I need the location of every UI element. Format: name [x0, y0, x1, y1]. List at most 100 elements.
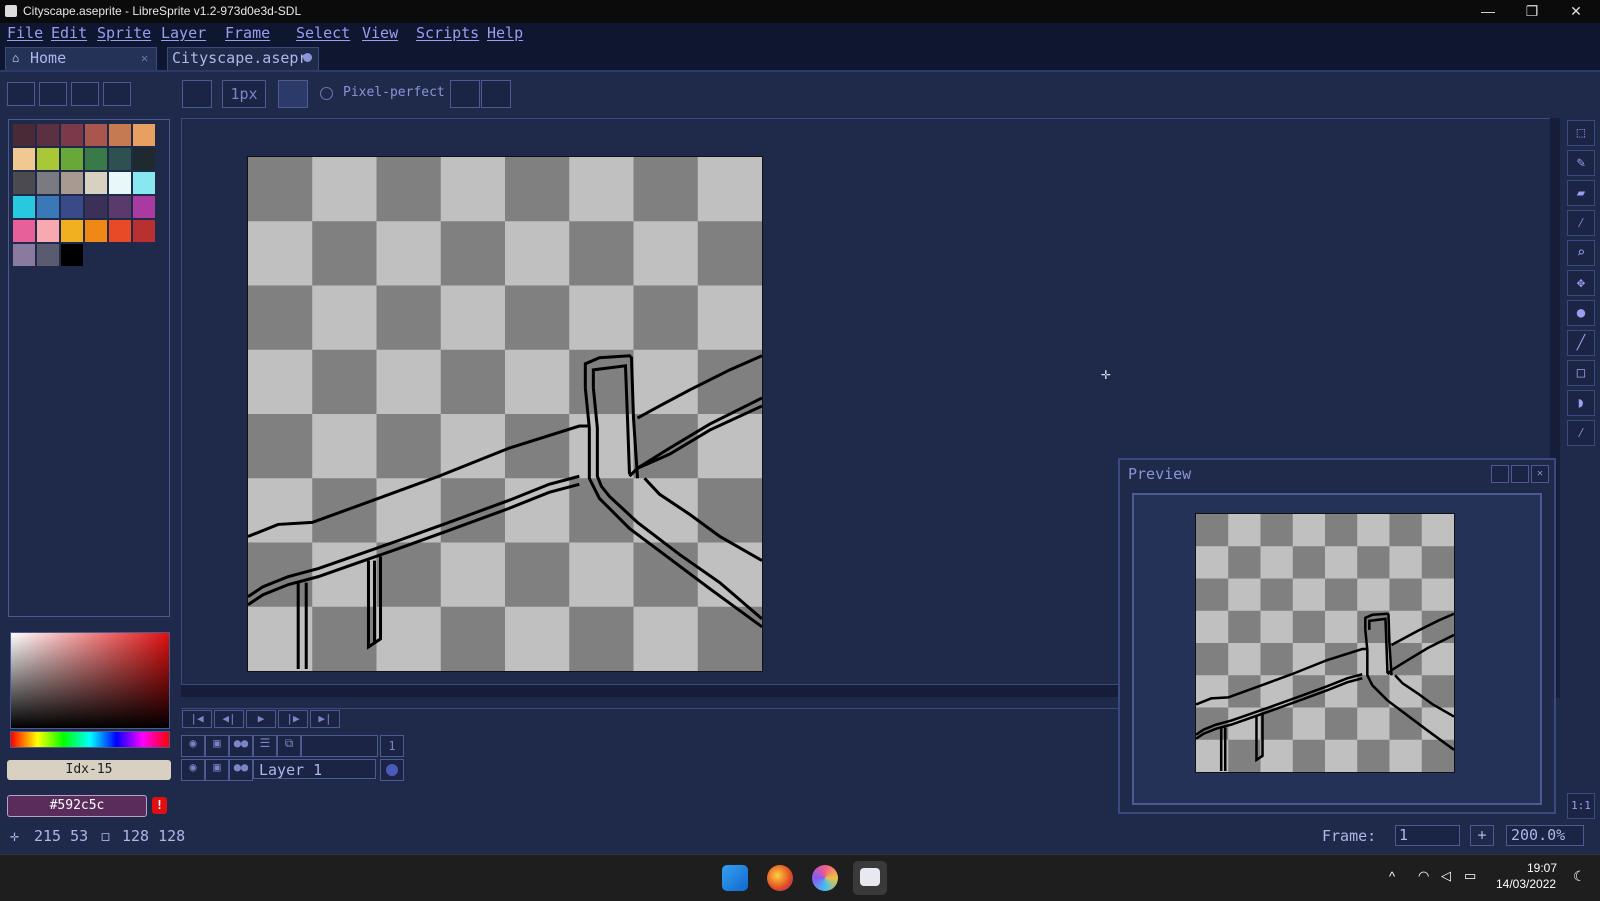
- palette-swatch[interactable]: [133, 196, 155, 218]
- battery-icon[interactable]: ▭: [1464, 868, 1476, 884]
- menu-select[interactable]: Select: [296, 24, 350, 42]
- clock-date[interactable]: 14/03/2022: [1496, 877, 1556, 891]
- speaker-icon[interactable]: ◁: [1441, 868, 1451, 884]
- notifications-icon[interactable]: ☾: [1573, 868, 1586, 885]
- move-icon[interactable]: ✥: [1567, 270, 1595, 296]
- libresprite-taskbar-button[interactable]: [853, 861, 887, 895]
- previous-frame-button[interactable]: ◀|: [214, 710, 244, 728]
- palette-swatch[interactable]: [109, 172, 131, 194]
- background-color-index[interactable]: Idx-15: [7, 760, 171, 780]
- symmetry-button[interactable]: [450, 80, 480, 108]
- hue-slider[interactable]: [10, 731, 170, 748]
- palette-swatch[interactable]: [13, 148, 35, 170]
- warning-icon[interactable]: !: [152, 797, 167, 814]
- menu-frame[interactable]: Frame: [225, 24, 270, 42]
- wifi-icon[interactable]: ◠: [1418, 868, 1429, 884]
- blur-icon[interactable]: ◗: [1567, 390, 1595, 416]
- menu-sprite[interactable]: Sprite: [97, 24, 151, 42]
- palette-swatch[interactable]: [61, 244, 83, 266]
- palette-swatch[interactable]: [85, 196, 107, 218]
- preview-play-icon[interactable]: [1491, 465, 1509, 483]
- rectangle-icon[interactable]: □: [1567, 360, 1595, 386]
- last-frame-button[interactable]: ▶|: [310, 710, 340, 728]
- tab-cityscape[interactable]: Cityscape.asepr: [167, 47, 319, 70]
- zoom-field[interactable]: 200.0%: [1506, 825, 1584, 846]
- palette-swatch[interactable]: [13, 124, 35, 146]
- palette-swatch[interactable]: [37, 220, 59, 242]
- palette-swatch[interactable]: [133, 172, 155, 194]
- layer-cel-keyframe[interactable]: [380, 759, 404, 781]
- tab-close-icon[interactable]: ✕: [141, 51, 148, 65]
- palette-swatch[interactable]: [61, 196, 83, 218]
- timeline-lock-header-icon[interactable]: ▣: [205, 735, 229, 757]
- menu-layer[interactable]: Layer: [161, 24, 206, 42]
- zoom-icon[interactable]: ⌕: [1567, 240, 1595, 266]
- brush-size-field[interactable]: 1px: [222, 80, 266, 108]
- palette-swatch[interactable]: [85, 172, 107, 194]
- pixel-perfect-checkbox[interactable]: [320, 87, 333, 100]
- ink-type-button[interactable]: [278, 80, 308, 108]
- palette-swatch[interactable]: [85, 124, 107, 146]
- brush-type-button[interactable]: [182, 80, 212, 108]
- menu-edit[interactable]: Edit: [51, 24, 87, 42]
- palette-swatch[interactable]: [37, 148, 59, 170]
- timeline-onion-icon[interactable]: ⧉: [277, 735, 301, 757]
- close-button[interactable]: ✕: [1554, 0, 1598, 23]
- timeline-visibility-header-icon[interactable]: ◉: [181, 735, 205, 757]
- first-frame-button[interactable]: |◀: [182, 710, 212, 728]
- symmetry-options-button[interactable]: [481, 80, 511, 108]
- palette-swatch[interactable]: [61, 148, 83, 170]
- palette-swatch[interactable]: [37, 172, 59, 194]
- one-to-one-button[interactable]: 1:1: [1567, 793, 1595, 819]
- palette-swatch[interactable]: [133, 124, 155, 146]
- menu-file[interactable]: File: [7, 24, 43, 42]
- pencil-icon[interactable]: ✎: [1567, 150, 1595, 176]
- tab-home[interactable]: ⌂ Home ✕: [5, 47, 157, 70]
- tool-mode-1-button[interactable]: [7, 82, 35, 106]
- menu-scripts[interactable]: Scripts: [416, 24, 479, 42]
- palette-swatch[interactable]: [61, 172, 83, 194]
- clock-time[interactable]: 19:07: [1527, 861, 1557, 875]
- color-app-icon[interactable]: [812, 865, 838, 891]
- preview-close-icon[interactable]: ✕: [1531, 465, 1549, 483]
- palette-swatch[interactable]: [13, 244, 35, 266]
- rectangular-marquee-icon[interactable]: ⬚: [1567, 120, 1595, 146]
- line-icon[interactable]: ╱: [1567, 330, 1595, 356]
- tool-mode-3-button[interactable]: [71, 82, 99, 106]
- saturation-value-picker[interactable]: [10, 632, 170, 729]
- palette-swatch[interactable]: [37, 124, 59, 146]
- eyedropper-icon[interactable]: ⁄: [1567, 210, 1595, 236]
- layer-lock-icon[interactable]: ▣: [205, 759, 229, 781]
- palette-swatch[interactable]: [109, 124, 131, 146]
- palette-swatch[interactable]: [85, 220, 107, 242]
- tool-mode-2-button[interactable]: [39, 82, 67, 106]
- menu-view[interactable]: View: [362, 24, 398, 42]
- eraser-icon[interactable]: ▰: [1567, 180, 1595, 206]
- firefox-icon[interactable]: [767, 865, 793, 891]
- palette-swatch[interactable]: [37, 244, 59, 266]
- menu-help[interactable]: Help: [487, 24, 523, 42]
- timeline-continuous-header-icon[interactable]: ●●: [229, 735, 253, 757]
- minimize-button[interactable]: —: [1466, 0, 1510, 23]
- windows-start-icon[interactable]: [722, 865, 748, 891]
- spray-icon[interactable]: ⁄: [1567, 420, 1595, 446]
- paint-bucket-icon[interactable]: ●: [1567, 300, 1595, 326]
- preview-mode-icon[interactable]: [1511, 465, 1529, 483]
- palette-swatch[interactable]: [13, 172, 35, 194]
- new-frame-button[interactable]: +: [1470, 825, 1494, 846]
- next-frame-button[interactable]: |▶: [278, 710, 308, 728]
- play-button[interactable]: ▶: [246, 710, 276, 728]
- palette-swatch[interactable]: [85, 148, 107, 170]
- palette-swatch[interactable]: [37, 196, 59, 218]
- frame-number-header[interactable]: 1: [380, 735, 404, 757]
- layer-visibility-eye-icon[interactable]: ◉: [181, 759, 205, 781]
- maximize-button[interactable]: ❐: [1510, 0, 1554, 23]
- tool-mode-4-button[interactable]: [103, 82, 131, 106]
- timeline-settings-icon[interactable]: ☰: [253, 735, 277, 757]
- palette-swatch[interactable]: [133, 220, 155, 242]
- palette-swatch[interactable]: [109, 196, 131, 218]
- foreground-color-hex[interactable]: #592c5c: [7, 795, 147, 817]
- chevron-up-icon[interactable]: ^: [1389, 869, 1395, 884]
- palette-swatch[interactable]: [13, 196, 35, 218]
- palette-swatch[interactable]: [109, 148, 131, 170]
